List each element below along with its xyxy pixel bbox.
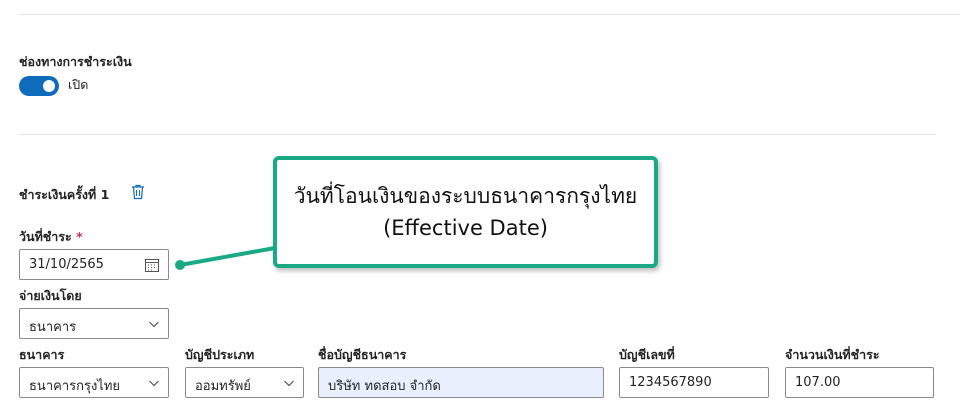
callout-line-1: วันที่โอนเงินของระบบธนาคารกรุงไทย — [293, 184, 638, 208]
callout-line-2: (Effective Date) — [383, 216, 548, 240]
effective-date-callout: วันที่โอนเงินของระบบธนาคารกรุงไทย (Effec… — [273, 156, 658, 268]
